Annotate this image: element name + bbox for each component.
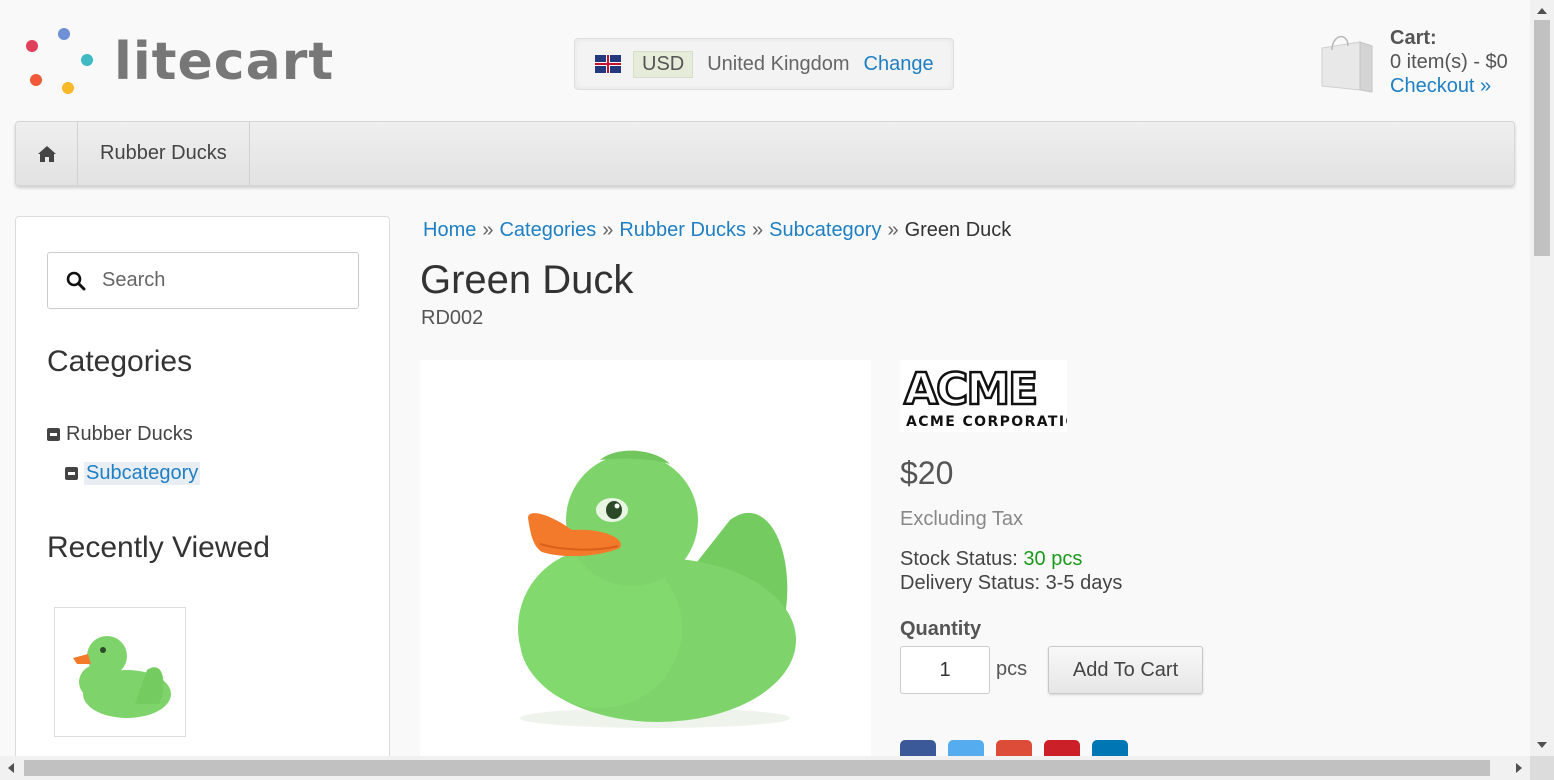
quantity-unit: pcs [996, 658, 1028, 680]
collapse-icon[interactable] [65, 467, 78, 480]
breadcrumb-separator: » [752, 219, 764, 241]
logo-dot-icon [62, 82, 74, 94]
nav-item-rubber-ducks[interactable]: Rubber Ducks [78, 122, 250, 185]
checkout-link[interactable]: Checkout » [1390, 75, 1491, 97]
sidebar: Categories Rubber Ducks Subcategory Rece… [15, 216, 390, 780]
add-to-cart-button[interactable]: Add To Cart [1048, 646, 1203, 694]
collapse-icon[interactable] [47, 428, 60, 441]
shopping-bag-icon [1321, 36, 1373, 93]
search-input[interactable] [102, 269, 342, 292]
acme-logo-icon: ACME ACME CORPORATION [903, 363, 1091, 430]
breadcrumb-home[interactable]: Home [423, 219, 476, 241]
product-title: Green Duck [420, 258, 634, 302]
logo-dot-icon [26, 40, 38, 52]
breadcrumb-current: Green Duck [904, 219, 1012, 241]
breadcrumb-separator: » [482, 219, 494, 241]
scrollbar-corner [1530, 756, 1554, 780]
green-duck-thumbnail [73, 636, 171, 718]
cart-widget[interactable]: Cart: 0 item(s) - $0 Checkout » [1316, 26, 1526, 97]
scroll-right-icon[interactable] [1516, 763, 1522, 773]
change-region-link[interactable]: Change [864, 53, 934, 76]
logo-dot-icon [30, 74, 42, 86]
horizontal-scrollbar[interactable] [0, 756, 1530, 780]
scroll-down-icon[interactable] [1537, 742, 1547, 748]
breadcrumb: Home» Categories» Rubber Ducks» Subcategory… [423, 219, 1011, 242]
cart-summary: 0 item(s) - $0 [1390, 51, 1508, 73]
region-selector: USD United Kingdom Change [574, 38, 954, 90]
country-label: United Kingdom [707, 52, 850, 75]
stock-status-value: 30 pcs [1023, 548, 1083, 570]
recently-viewed-item[interactable] [54, 607, 186, 737]
green-duck-image [518, 450, 796, 728]
logo[interactable]: litecart [26, 28, 336, 98]
brand-logo-text: ACME CORPORATION [906, 414, 1067, 430]
delivery-status-value: 3-5 days [1045, 572, 1123, 594]
category-label[interactable]: Subcategory [84, 462, 201, 485]
scroll-left-icon[interactable] [8, 763, 14, 773]
breadcrumb-subcategory[interactable]: Subcategory [769, 219, 881, 241]
delivery-status-label: Delivery Status: [900, 572, 1041, 594]
cart-title: Cart: [1390, 27, 1437, 49]
category-item-subcategory[interactable]: Subcategory [65, 462, 201, 485]
brand-logo[interactable]: ACME ACME CORPORATION [900, 360, 1091, 432]
logo-dot-icon [58, 28, 70, 40]
tax-note: Excluding Tax [900, 508, 1024, 530]
main-navbar: Rubber Ducks [15, 121, 1515, 186]
category-item-rubber-ducks[interactable]: Rubber Ducks [47, 423, 193, 446]
quantity-label: Quantity [900, 618, 982, 640]
recently-viewed-heading: Recently Viewed [47, 531, 270, 564]
breadcrumb-rubber-ducks[interactable]: Rubber Ducks [619, 219, 746, 241]
categories-heading: Categories [47, 345, 193, 378]
logo-wordmark: litecart [114, 32, 335, 92]
quantity-input[interactable] [900, 646, 990, 694]
breadcrumb-categories[interactable]: Categories [499, 219, 596, 241]
svg-text:ACME: ACME [904, 364, 1036, 415]
scroll-up-icon[interactable] [1537, 8, 1547, 14]
vertical-scroll-thumb[interactable] [1534, 20, 1550, 256]
breadcrumb-separator: » [887, 219, 899, 241]
product-price: $20 [900, 455, 954, 491]
nav-home-button[interactable] [16, 122, 78, 185]
uk-flag-icon [595, 55, 621, 73]
stock-info: Stock Status: 30 pcs Delivery Status: 3-… [900, 547, 1122, 595]
home-icon [37, 145, 56, 162]
product-image[interactable] [420, 360, 871, 760]
product-sku: RD002 [421, 307, 484, 329]
breadcrumb-separator: » [602, 219, 614, 241]
stock-status-label: Stock Status: [900, 548, 1018, 570]
currency-badge: USD [633, 50, 694, 78]
search-icon [66, 271, 86, 290]
category-label: Rubber Ducks [66, 423, 193, 445]
search-box[interactable] [47, 252, 359, 309]
vertical-scrollbar[interactable] [1530, 0, 1554, 756]
horizontal-scroll-thumb[interactable] [24, 760, 1490, 776]
logo-dot-icon [81, 54, 93, 66]
